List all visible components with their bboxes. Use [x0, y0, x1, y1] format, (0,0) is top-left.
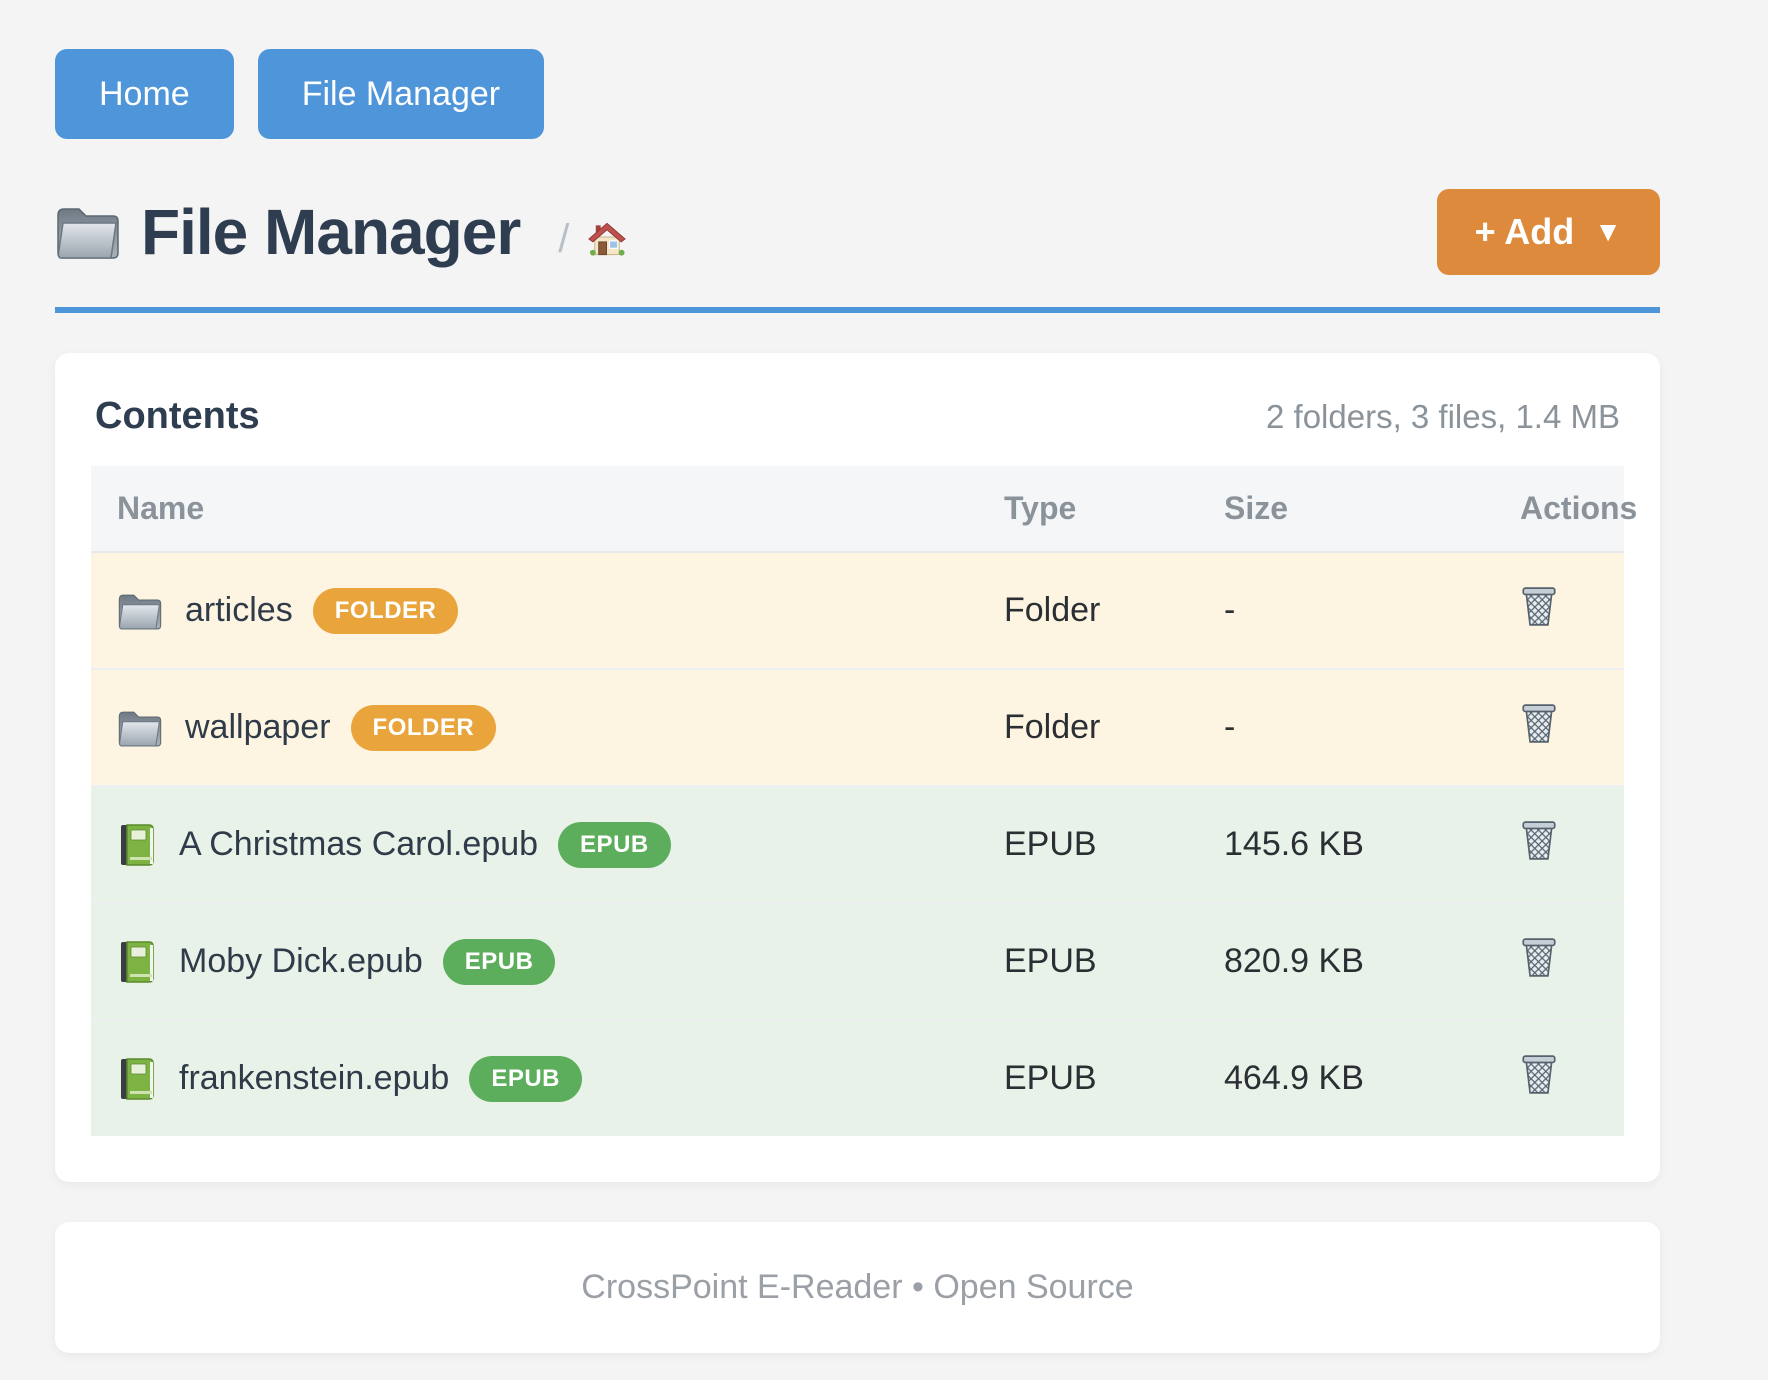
footer: CrossPoint E-Reader • Open Source: [55, 1222, 1660, 1353]
file-table: Name Type Size Actions articles FOLDER F…: [91, 466, 1624, 1136]
entry-name[interactable]: Moby Dick.epub: [179, 942, 423, 981]
title-divider: [55, 307, 1660, 313]
contents-heading: Contents: [95, 395, 260, 438]
entry-name[interactable]: wallpaper: [185, 708, 331, 747]
nav-home-button[interactable]: Home: [55, 49, 234, 139]
add-button[interactable]: + Add ▼: [1437, 189, 1660, 275]
entry-type: EPUB: [978, 1020, 1198, 1136]
table-row[interactable]: articles FOLDER Folder -: [91, 552, 1624, 669]
entry-type: EPUB: [978, 903, 1198, 1020]
entry-size: -: [1198, 552, 1494, 669]
entry-size: -: [1198, 669, 1494, 786]
table-row[interactable]: wallpaper FOLDER Folder -: [91, 669, 1624, 786]
entry-type: Folder: [978, 552, 1198, 669]
column-header-size: Size: [1198, 466, 1494, 552]
delete-button[interactable]: [1520, 585, 1558, 627]
entry-name[interactable]: A Christmas Carol.epub: [179, 825, 538, 864]
contents-card: Contents 2 folders, 3 files, 1.4 MB Name…: [55, 353, 1660, 1182]
wastebasket-icon: [1520, 936, 1558, 978]
column-header-actions: Actions: [1494, 466, 1624, 552]
green-book-icon: [117, 1057, 157, 1101]
top-nav: Home File Manager: [55, 49, 1660, 139]
contents-summary: 2 folders, 3 files, 1.4 MB: [1266, 398, 1620, 436]
entry-size: 820.9 KB: [1198, 903, 1494, 1020]
delete-button[interactable]: [1520, 1053, 1558, 1095]
type-badge: EPUB: [443, 939, 556, 985]
caret-down-icon: ▼: [1594, 216, 1622, 248]
wastebasket-icon: [1520, 819, 1558, 861]
entry-size: 145.6 KB: [1198, 786, 1494, 903]
wastebasket-icon: [1520, 702, 1558, 744]
entry-type: EPUB: [978, 786, 1198, 903]
wastebasket-icon: [1520, 585, 1558, 627]
green-book-icon: [117, 823, 157, 867]
entry-type: Folder: [978, 669, 1198, 786]
breadcrumb-separator: /: [558, 217, 569, 262]
column-header-name: Name: [91, 466, 978, 552]
table-row[interactable]: frankenstein.epub EPUB EPUB 464.9 KB: [91, 1020, 1624, 1136]
table-row[interactable]: A Christmas Carol.epub EPUB EPUB 145.6 K…: [91, 786, 1624, 903]
page-header: File Manager / + Add ▼: [55, 189, 1660, 275]
nav-file-manager-button[interactable]: File Manager: [258, 49, 544, 139]
delete-button[interactable]: [1520, 702, 1558, 744]
entry-name[interactable]: frankenstein.epub: [179, 1059, 449, 1098]
page-title: File Manager: [141, 195, 520, 269]
delete-button[interactable]: [1520, 819, 1558, 861]
entry-size: 464.9 KB: [1198, 1020, 1494, 1136]
folder-icon: [55, 203, 121, 261]
page: Home File Manager File Manager / + Add ▼…: [55, 0, 1660, 1353]
type-badge: FOLDER: [351, 705, 497, 751]
folder-icon: [117, 591, 163, 631]
breadcrumb: /: [558, 217, 627, 262]
house-icon[interactable]: [587, 219, 627, 259]
add-button-label: + Add: [1475, 211, 1575, 253]
table-row[interactable]: Moby Dick.epub EPUB EPUB 820.9 KB: [91, 903, 1624, 1020]
type-badge: EPUB: [469, 1056, 582, 1102]
table-header-row: Name Type Size Actions: [91, 466, 1624, 552]
column-header-type: Type: [978, 466, 1198, 552]
delete-button[interactable]: [1520, 936, 1558, 978]
footer-text: CrossPoint E-Reader • Open Source: [581, 1268, 1133, 1306]
type-badge: EPUB: [558, 822, 671, 868]
type-badge: FOLDER: [313, 588, 459, 634]
entry-name[interactable]: articles: [185, 591, 293, 630]
folder-icon: [117, 708, 163, 748]
green-book-icon: [117, 940, 157, 984]
wastebasket-icon: [1520, 1053, 1558, 1095]
